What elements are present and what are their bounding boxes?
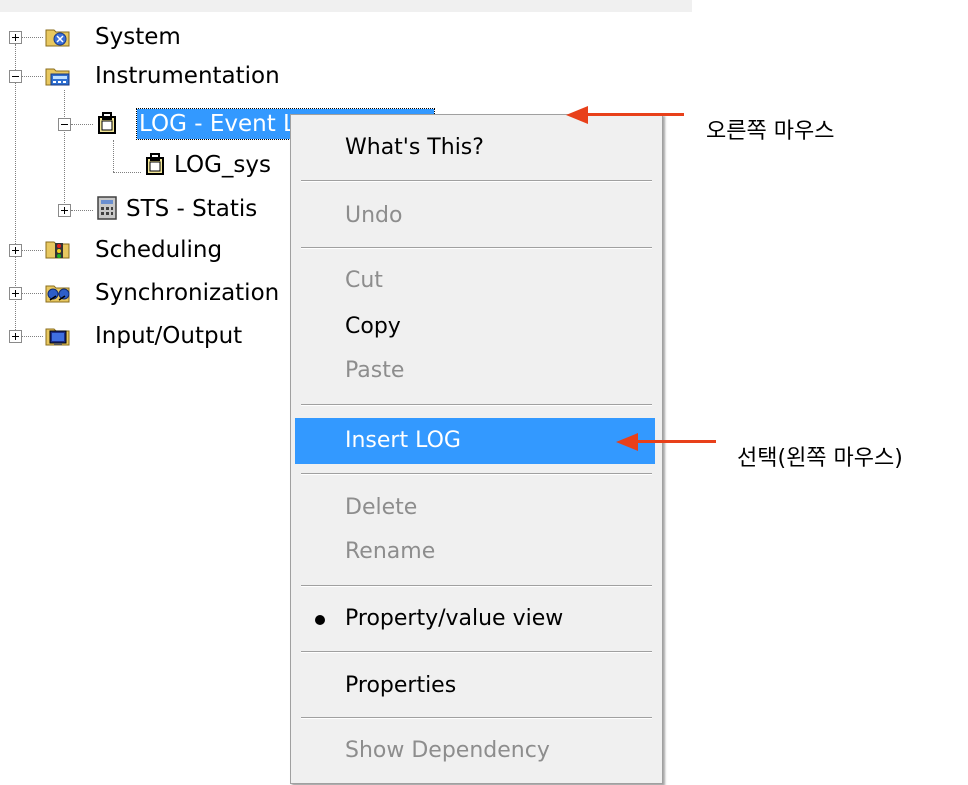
menu-item-label: Property/value view: [345, 606, 564, 631]
menu-separator: [301, 585, 652, 587]
log-object-icon: [98, 112, 116, 134]
tree-item-label: Instrumentation: [95, 63, 280, 89]
tree-item-label: Scheduling: [95, 237, 223, 263]
menu-item-show-dependency[interactable]: Show Dependency: [295, 733, 658, 769]
instrumentation-folder-icon: [45, 68, 70, 86]
menu-separator: [301, 180, 652, 182]
expand-system-toggle[interactable]: [9, 31, 22, 44]
tree-item-log-sys[interactable]: LOG_sys: [174, 150, 271, 180]
tree-connector: [21, 250, 43, 251]
tree-item-instrumentation[interactable]: Instrumentation: [95, 61, 280, 91]
tree-connector: [71, 124, 93, 125]
tree-connector: [21, 293, 43, 294]
tree-item-synchronization[interactable]: Synchronization: [95, 278, 279, 308]
calculator-icon: [97, 196, 117, 220]
tree-item-sts[interactable]: STS - Statis: [126, 194, 257, 224]
menu-item-paste[interactable]: Paste: [295, 353, 658, 389]
expand-input-output-toggle[interactable]: [9, 330, 22, 343]
tree-connector: [113, 172, 141, 173]
tree-connector: [113, 140, 114, 172]
menu-item-rename[interactable]: Rename: [295, 534, 658, 570]
context-menu: What's This? Undo Cut Copy Paste Insert …: [290, 114, 663, 784]
tree-connector: [71, 210, 93, 211]
synchronization-folder-icon: [45, 285, 70, 303]
menu-separator: [301, 717, 652, 719]
arrow-left-icon: [566, 106, 588, 124]
tree-connector: [21, 37, 43, 38]
menu-separator: [301, 404, 652, 406]
tree-item-scheduling[interactable]: Scheduling: [95, 235, 222, 265]
collapse-log-manager-toggle[interactable]: [58, 118, 71, 131]
collapse-instrumentation-toggle[interactable]: [9, 70, 22, 83]
annotation-arrow-shaft: [636, 440, 716, 443]
annotation-right-click: 오른쪽 마우스: [706, 119, 835, 144]
tree-item-label: Input/Output: [95, 323, 243, 349]
tree-item-label: System: [95, 24, 181, 50]
expand-scheduling-toggle[interactable]: [9, 244, 22, 257]
tree-item-label: LOG_sys: [174, 152, 271, 178]
tree-item-input-output[interactable]: Input/Output: [95, 321, 242, 351]
system-folder-icon: [45, 29, 70, 47]
tree-item-label: Synchronization: [95, 280, 280, 306]
tree-item-system[interactable]: System: [95, 22, 181, 52]
expand-sts-toggle[interactable]: [58, 204, 71, 217]
expand-synchronization-toggle[interactable]: [9, 287, 22, 300]
menu-item-undo[interactable]: Undo: [295, 198, 658, 234]
radio-bullet-icon: [315, 615, 325, 625]
menu-item-whats-this[interactable]: What's This?: [295, 130, 658, 166]
annotation-arrow-shaft: [586, 113, 684, 116]
log-object-icon: [146, 153, 164, 175]
menu-separator: [301, 651, 652, 653]
tree-connector: [21, 76, 43, 77]
arrow-left-icon: [616, 433, 638, 451]
menu-item-cut[interactable]: Cut: [295, 263, 658, 299]
tree-connector: [64, 90, 65, 215]
menu-separator: [301, 247, 652, 249]
tree-item-label: STS - Statis: [126, 196, 258, 222]
scheduling-folder-icon: [45, 241, 70, 259]
menu-item-insert-log[interactable]: Insert LOG: [295, 418, 655, 464]
menu-item-properties[interactable]: Properties: [295, 668, 658, 704]
screenshot-stage: System Instrumentation LOG - Event Log M…: [0, 0, 968, 785]
input-output-folder-icon: [45, 328, 70, 346]
annotation-select-left-click: 선택(왼쪽 마우스): [737, 446, 903, 471]
menu-separator: [301, 473, 652, 475]
menu-item-delete[interactable]: Delete: [295, 490, 658, 526]
menu-item-copy[interactable]: Copy: [295, 309, 658, 345]
scroll-strip: [0, 0, 692, 12]
menu-item-property-value-view[interactable]: Property/value view: [295, 601, 658, 637]
tree-connector: [21, 336, 43, 337]
